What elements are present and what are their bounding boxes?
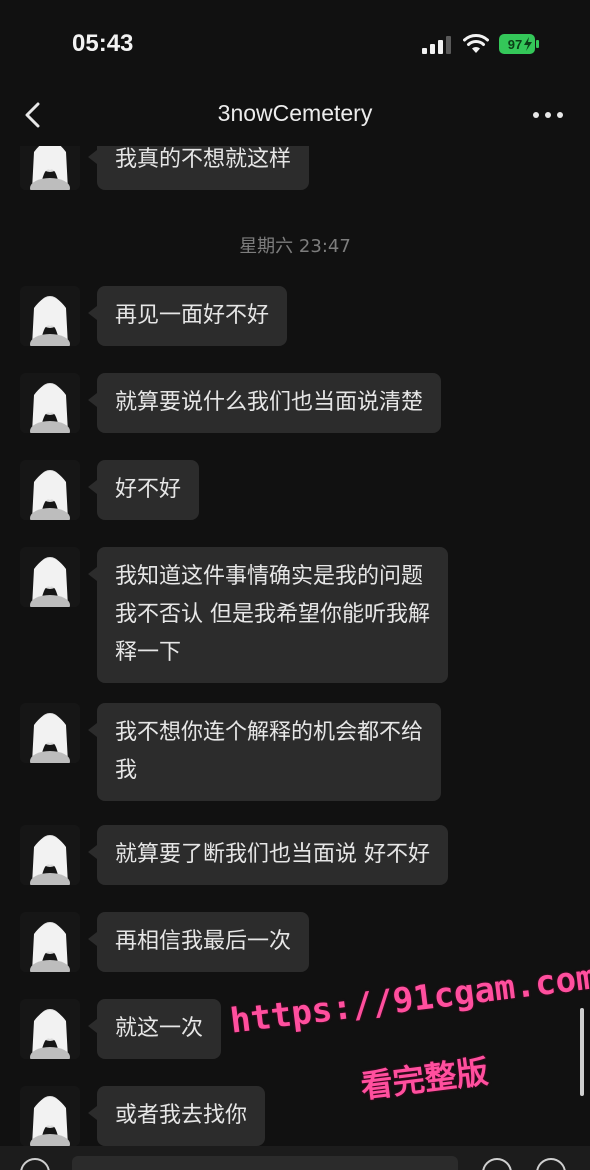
avatar[interactable]: [20, 547, 80, 607]
message-line: 我不想你连个解释的机会都不给: [115, 720, 424, 745]
message-bubble[interactable]: 再见一面好不好: [87, 286, 288, 346]
message-bubble[interactable]: 就算要了断我们也当面说 好不好: [88, 825, 448, 885]
battery-indicator: 97: [499, 34, 539, 54]
status-time: 05:43: [72, 30, 134, 57]
message-bubble[interactable]: 我真的不想就这样: [87, 146, 310, 190]
message-input[interactable]: [72, 1156, 458, 1170]
message-line: 我: [115, 758, 138, 783]
battery-level: 97: [508, 37, 522, 52]
cellular-signal-icon: [422, 36, 451, 54]
avatar[interactable]: [20, 146, 80, 190]
wifi-icon: [463, 34, 489, 53]
timestamp-separator: 星期六 23:47: [239, 236, 351, 257]
input-bar: [0, 1146, 590, 1170]
message-bubble[interactable]: 就这一次: [87, 999, 222, 1059]
message-bubble[interactable]: 好不好: [87, 460, 200, 520]
battery-icon: 97: [499, 34, 539, 54]
avatar[interactable]: [20, 912, 80, 972]
chat-title: 3nowCemetery: [217, 100, 373, 126]
avatar[interactable]: [20, 825, 80, 885]
avatar[interactable]: [20, 1086, 80, 1146]
scrollbar[interactable]: [580, 1008, 584, 1096]
add-icon[interactable]: [536, 1158, 566, 1170]
message-bubble[interactable]: 我不想你连个解释的机会都不给 我: [87, 703, 442, 801]
avatar[interactable]: [20, 999, 80, 1059]
chat-header: 3nowCemetery: [0, 88, 590, 146]
message-bubble[interactable]: 再相信我最后一次: [87, 912, 310, 972]
emoji-icon[interactable]: [482, 1158, 512, 1170]
message-line: 释一下: [115, 640, 182, 665]
message-bubble[interactable]: 或者我去找你: [87, 1086, 266, 1146]
status-bar: 05:43 97: [0, 0, 590, 88]
message-bubble[interactable]: 就算要说什么我们也当面说清楚: [87, 373, 442, 433]
avatar[interactable]: [20, 703, 80, 763]
more-options-icon[interactable]: [528, 98, 568, 132]
message-line: 我知道这件事情确实是我的问题: [115, 564, 424, 589]
voice-input-icon[interactable]: [20, 1158, 50, 1170]
message-line: 我不否认 但是我希望你能听我解: [115, 602, 430, 627]
avatar[interactable]: [20, 286, 80, 346]
message-bubble[interactable]: 我知道这件事情确实是我的问题 我不否认 但是我希望你能听我解 释一下: [88, 547, 448, 683]
avatar[interactable]: [20, 460, 80, 520]
avatar[interactable]: [20, 373, 80, 433]
